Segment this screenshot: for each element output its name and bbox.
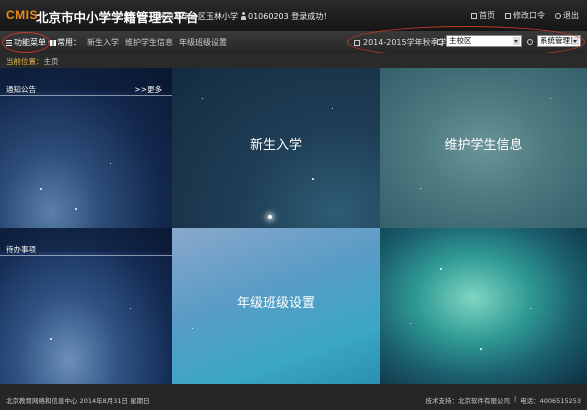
- change-password-link[interactable]: 修改口令: [505, 10, 545, 21]
- grid-icon: [50, 39, 56, 46]
- footer-support: 技术支持：北京软件有限公司 | 电话：4006515253: [425, 395, 581, 405]
- support-company: 北京软件有限公司: [457, 397, 510, 405]
- tile-maintain-label: 维护学生信息: [444, 138, 523, 153]
- user-info: 北京市丰台区玉林小学 01060203 登录成功！: [158, 11, 331, 22]
- star: [130, 308, 131, 309]
- home-link[interactable]: 首页: [471, 10, 495, 21]
- tile-class-setting[interactable]: 年级班级设置: [172, 228, 380, 384]
- phone-number: 4006515253: [539, 397, 581, 405]
- footer: 北京教育网络和信息中心 2014年8月31日 星期日 技术支持：北京软件有限公司…: [0, 384, 587, 410]
- star: [40, 188, 42, 190]
- star: [480, 348, 482, 350]
- logout-link[interactable]: 退出: [555, 10, 579, 21]
- quick-link-new-student[interactable]: 新生入学: [87, 37, 119, 48]
- tile-maintain-student-info[interactable]: 维护学生信息: [380, 68, 587, 228]
- star: [202, 98, 203, 99]
- star: [192, 328, 193, 329]
- quick-link-class-setting[interactable]: 年级班级设置: [179, 37, 227, 48]
- breadcrumb-current: 主页: [43, 57, 59, 66]
- todo-title: 待办事项: [6, 245, 36, 254]
- tile-new-student-label: 新生入学: [249, 138, 302, 153]
- footer-info: 北京教育网络和信息中心 2014年8月31日 星期日: [6, 397, 150, 405]
- key-icon: [505, 12, 511, 19]
- star: [75, 208, 77, 210]
- breadcrumb: 当前位置：主页: [6, 56, 59, 67]
- notice-title: 通知公告: [6, 85, 36, 94]
- notice-more-link[interactable]: >>更多: [134, 84, 162, 95]
- todo-panel: 待办事项: [0, 228, 172, 384]
- star: [420, 188, 421, 189]
- login-status: 01060203 登录成功！: [248, 12, 332, 21]
- logo: CMIS: [6, 8, 38, 22]
- quick-links: 常用： 新生入学 维护学生信息 年级班级设置: [50, 37, 227, 48]
- breadcrumb-label: 当前位置：: [6, 57, 44, 66]
- star: [110, 163, 111, 164]
- star: [332, 108, 333, 109]
- quick-label: 常用：: [57, 38, 81, 47]
- divider: [0, 255, 172, 256]
- star: [440, 268, 442, 270]
- star: [410, 323, 411, 324]
- star: [312, 178, 314, 180]
- tile-class-setting-label: 年级班级设置: [236, 296, 315, 311]
- home-icon: [471, 12, 477, 19]
- top-links: 首页 修改口令 退出: [471, 10, 579, 21]
- star: [50, 338, 52, 340]
- star: [550, 98, 551, 99]
- annotation-ellipse-left: [2, 32, 50, 53]
- star: [268, 215, 272, 219]
- support-label: 技术支持：: [425, 397, 458, 405]
- school-name: 北京市丰台区玉林小学: [158, 12, 238, 21]
- phone-label: 电话：: [520, 397, 540, 405]
- user-icon: [241, 12, 246, 20]
- star: [530, 308, 531, 309]
- tile-new-student[interactable]: 新生入学: [172, 68, 380, 228]
- quick-link-maintain-info[interactable]: 维护学生信息: [125, 37, 173, 48]
- breadcrumb-bar: 当前位置：主页: [0, 53, 587, 68]
- tile-galaxy-image: [380, 228, 587, 384]
- notice-panel: 通知公告 >>更多: [0, 68, 172, 228]
- divider: [0, 95, 172, 96]
- power-icon: [555, 12, 561, 19]
